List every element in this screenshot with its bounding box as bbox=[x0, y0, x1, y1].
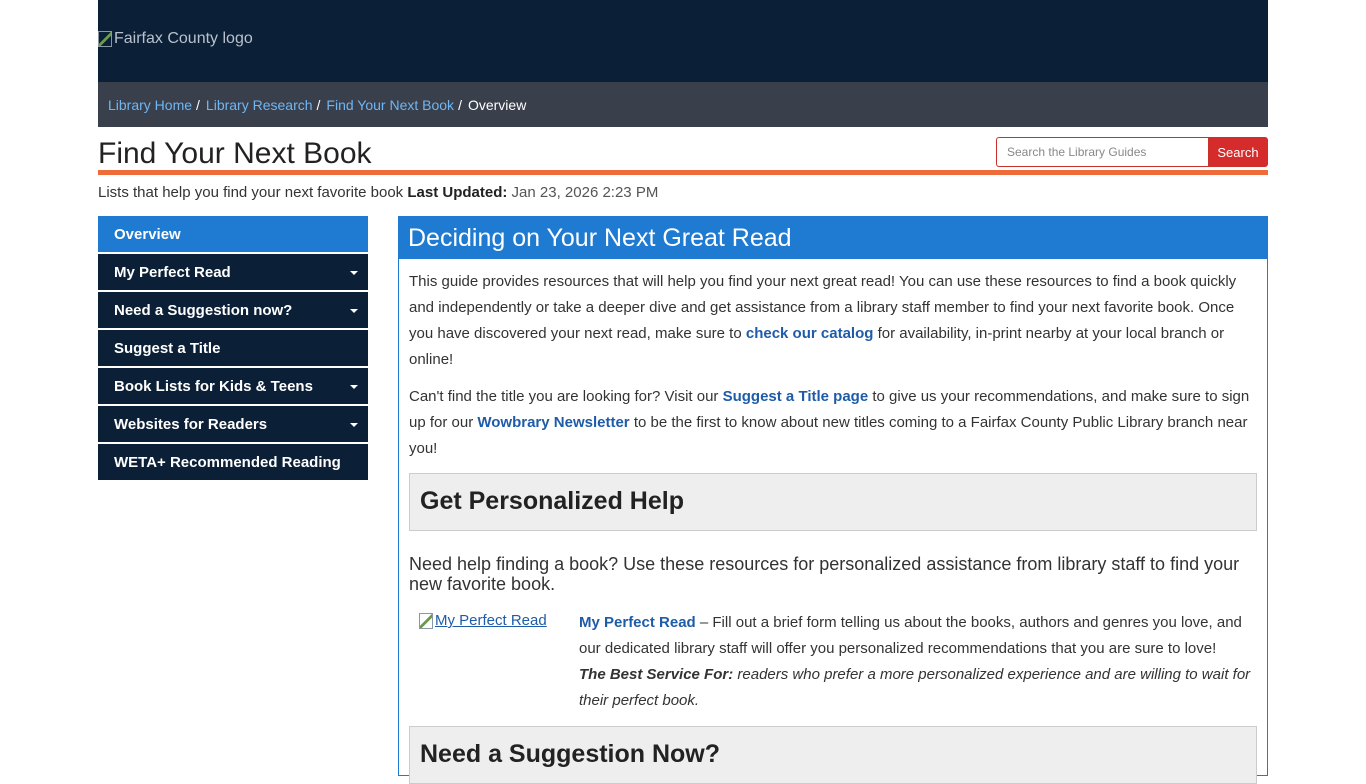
section-heading-personalized-help: Get Personalized Help bbox=[409, 473, 1257, 531]
breadcrumb: Library Home / Library Research / Find Y… bbox=[98, 82, 1268, 127]
search-button[interactable]: Search bbox=[1208, 137, 1268, 167]
county-logo[interactable]: Fairfax County logo bbox=[98, 30, 253, 48]
nav-item-overview[interactable]: Overview bbox=[98, 216, 368, 252]
search-input[interactable] bbox=[996, 137, 1208, 167]
suggest-paragraph: Can't find the title you are looking for… bbox=[409, 384, 1257, 462]
nav-item-weta-recommended-reading[interactable]: WETA+ Recommended Reading bbox=[98, 444, 368, 480]
title-row: Find Your Next Book Search bbox=[98, 127, 1268, 175]
intro-paragraph: This guide provides resources that will … bbox=[409, 269, 1257, 373]
nav-item-label: My Perfect Read bbox=[114, 264, 231, 281]
nav-item-my-perfect-read[interactable]: My Perfect Read bbox=[98, 254, 368, 290]
page-title: Find Your Next Book bbox=[98, 137, 372, 170]
last-updated-value: Jan 23, 2026 2:23 PM bbox=[511, 184, 659, 201]
nav-item-websites-for-readers[interactable]: Websites for Readers bbox=[98, 406, 368, 442]
image-alt-text: My Perfect Read bbox=[435, 612, 547, 629]
guide-description: Lists that help you find your next favor… bbox=[98, 184, 1268, 201]
section-heading-need-a-suggestion: Need a Suggestion Now? bbox=[409, 726, 1257, 784]
nav-item-label: Overview bbox=[114, 226, 181, 243]
nav-item-label: Book Lists for Kids & Teens bbox=[114, 378, 313, 395]
best-service-label: The Best Service For: bbox=[579, 666, 734, 683]
nav-item-label: WETA+ Recommended Reading bbox=[114, 454, 341, 471]
wowbrary-link[interactable]: Wowbrary Newsletter bbox=[477, 414, 629, 431]
breadcrumb-separator: / bbox=[196, 96, 200, 113]
nav-item-label: Websites for Readers bbox=[114, 416, 268, 433]
nav-item-suggest-a-title[interactable]: Suggest a Title bbox=[98, 330, 368, 366]
nav-item-book-lists-kids-teens[interactable]: Book Lists for Kids & Teens bbox=[98, 368, 368, 404]
breadcrumb-library-home[interactable]: Library Home bbox=[108, 97, 192, 113]
paragraph-text: Can't find the title you are looking for… bbox=[409, 388, 723, 405]
my-perfect-read-item: My Perfect Read My Perfect Read – Fill o… bbox=[409, 610, 1257, 716]
content-box-body: This guide provides resources that will … bbox=[399, 259, 1267, 784]
suggest-title-link[interactable]: Suggest a Title page bbox=[723, 388, 869, 405]
my-perfect-read-image[interactable]: My Perfect Read bbox=[419, 612, 547, 629]
content-box: Deciding on Your Next Great Read This gu… bbox=[398, 216, 1268, 784]
content-box-heading: Deciding on Your Next Great Read bbox=[399, 217, 1267, 259]
guide-search: Search bbox=[996, 137, 1268, 167]
last-updated-label: Last Updated: bbox=[407, 184, 508, 201]
guide-description-text: Lists that help you find your next favor… bbox=[98, 184, 404, 201]
caret-down-icon[interactable] bbox=[350, 271, 358, 275]
nav-item-label: Need a Suggestion now? bbox=[114, 302, 293, 319]
breadcrumb-current: Overview bbox=[467, 96, 527, 113]
broken-image-icon bbox=[419, 612, 433, 629]
guide-nav: Overview My Perfect Read Need a Suggesti… bbox=[98, 216, 368, 482]
caret-down-icon[interactable] bbox=[350, 385, 358, 389]
nav-item-label: Suggest a Title bbox=[114, 340, 221, 357]
caret-down-icon[interactable] bbox=[350, 423, 358, 427]
breadcrumb-library-research[interactable]: Library Research bbox=[206, 97, 313, 113]
broken-image-icon bbox=[98, 31, 112, 47]
catalog-link[interactable]: check our catalog bbox=[746, 325, 874, 342]
nav-item-need-a-suggestion[interactable]: Need a Suggestion now? bbox=[98, 292, 368, 328]
site-banner: Fairfax County logo bbox=[98, 0, 1268, 82]
caret-down-icon[interactable] bbox=[350, 309, 358, 313]
personalized-help-intro: Need help finding a book? Use these reso… bbox=[409, 554, 1240, 594]
logo-alt-text: Fairfax County logo bbox=[114, 30, 253, 47]
my-perfect-read-description: My Perfect Read – Fill out a brief form … bbox=[579, 610, 1257, 714]
breadcrumb-separator: / bbox=[316, 96, 321, 113]
breadcrumb-find-your-next-book[interactable]: Find Your Next Book bbox=[326, 97, 454, 113]
breadcrumb-separator: / bbox=[458, 96, 462, 113]
my-perfect-read-link[interactable]: My Perfect Read bbox=[579, 614, 696, 631]
